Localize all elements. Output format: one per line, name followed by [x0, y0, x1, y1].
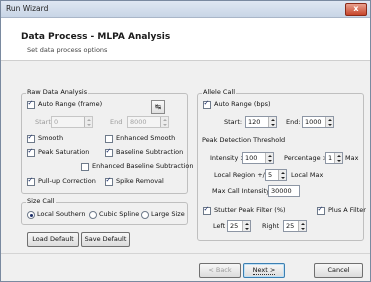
baseline-subtraction-checkbox[interactable]	[105, 147, 113, 157]
allele-end-stepper[interactable]: 1000	[302, 116, 334, 128]
load-default-button[interactable]: Load Default	[27, 232, 79, 247]
stutter-peak-filter-label: Stutter Peak Filter (%)	[214, 206, 286, 214]
auto-range-bps-label: Auto Range (bps)	[214, 100, 271, 108]
stepper-arrows-icon[interactable]	[242, 221, 250, 231]
stutter-right-label: Right	[262, 222, 280, 230]
back-button[interactable]: < Back	[199, 263, 241, 278]
plus-a-filter-label: Plus A Filter	[328, 206, 366, 214]
stepper-arrows-icon[interactable]	[278, 170, 286, 180]
stepper-arrows-icon[interactable]	[325, 117, 333, 127]
chart-range-icon: ↹	[155, 103, 161, 111]
auto-range-frame-label: Auto Range (frame)	[38, 100, 103, 108]
local-southern-radio[interactable]	[27, 211, 35, 219]
smooth-label: Smooth	[38, 134, 64, 142]
stepper-arrows-icon[interactable]	[160, 117, 168, 127]
peak-saturation-checkbox[interactable]	[27, 147, 35, 157]
pullup-correction-checkbox[interactable]	[27, 176, 35, 186]
stepper-arrows-icon[interactable]	[268, 117, 276, 127]
max-label: Max	[345, 154, 359, 162]
next-button[interactable]: Next >	[243, 263, 285, 278]
raw-end-value: 8000	[130, 118, 147, 126]
stutter-left-stepper[interactable]: 25	[227, 220, 251, 232]
window-title: Run Wizard	[6, 4, 49, 13]
spike-removal-label: Spike Removal	[116, 177, 164, 185]
enhanced-baseline-checkbox[interactable]	[81, 163, 89, 171]
max-call-intensity-value: 30000	[271, 187, 292, 195]
intensity-stepper[interactable]: 100	[242, 152, 274, 164]
stepper-arrows-icon[interactable]	[298, 221, 306, 231]
pullup-correction-label: Pull-up Correction	[38, 177, 96, 185]
stutter-left-label: Left	[213, 222, 226, 230]
stutter-right-stepper[interactable]: 25	[283, 220, 307, 232]
raw-start-value: 0	[54, 118, 59, 126]
local-southern-label: Local Southern	[37, 210, 86, 218]
auto-range-frame-checkbox[interactable]	[27, 99, 35, 109]
next-button-label: Next >	[252, 266, 276, 275]
local-region-value: 5	[268, 171, 273, 179]
page-subtitle: Set data process options	[27, 46, 108, 54]
allele-start-stepper[interactable]: 120	[245, 116, 277, 128]
local-region-stepper[interactable]: 5	[265, 169, 287, 181]
large-size-radio[interactable]	[141, 211, 149, 219]
footer-divider	[1, 253, 370, 254]
local-region-label: Local Region +/-	[214, 171, 268, 179]
max-call-intensity-field[interactable]: 30000	[268, 185, 300, 197]
local-max-label: Local Max	[291, 171, 324, 179]
enhanced-baseline-label: Enhanced Baseline Subtraction	[92, 162, 194, 170]
peak-detection-threshold-label: Peak Detection Threshold	[202, 136, 286, 144]
stutter-peak-filter-checkbox[interactable]	[203, 205, 211, 215]
percentage-label: Percentage >	[284, 154, 329, 162]
percentage-stepper[interactable]: 1	[325, 152, 343, 164]
stepper-arrows-icon[interactable]	[334, 153, 342, 163]
raw-data-analysis-label: Raw Data Analysis	[26, 88, 89, 96]
allele-call-group	[197, 93, 364, 241]
percentage-value: 1	[328, 154, 333, 162]
allele-start-label: Start:	[224, 118, 243, 126]
size-call-label: Size Call	[26, 197, 56, 205]
cubic-spline-label: Cubic Spline	[99, 210, 140, 218]
stepper-arrows-icon[interactable]	[84, 117, 92, 127]
plus-a-filter-checkbox[interactable]	[317, 205, 325, 215]
intensity-value: 100	[245, 154, 258, 162]
title-bar: Run Wizard x	[1, 1, 370, 18]
raw-start-stepper[interactable]: 0	[51, 116, 93, 128]
stutter-right-value: 25	[286, 222, 295, 230]
auto-range-frame-icon-button[interactable]: ↹	[151, 100, 165, 114]
allele-call-label: Allele Call	[202, 88, 237, 96]
allele-end-label: End:	[286, 118, 301, 126]
smooth-checkbox[interactable]	[27, 133, 35, 143]
intensity-label: Intensity >	[210, 154, 246, 162]
allele-end-value: 1000	[305, 118, 322, 126]
run-wizard-window: Run Wizard x Data Process - MLPA Analysi…	[0, 0, 371, 282]
page-title: Data Process - MLPA Analysis	[21, 32, 171, 42]
raw-end-stepper[interactable]: 8000	[127, 116, 169, 128]
peak-saturation-label: Peak Saturation	[38, 148, 90, 156]
cubic-spline-radio[interactable]	[89, 211, 97, 219]
wizard-header: Data Process - MLPA Analysis Set data pr…	[1, 18, 370, 61]
enhanced-smooth-checkbox[interactable]	[105, 135, 113, 143]
spike-removal-checkbox[interactable]	[105, 176, 113, 186]
stutter-left-value: 25	[230, 222, 239, 230]
cancel-button[interactable]: Cancel	[314, 263, 363, 278]
allele-start-value: 120	[248, 118, 261, 126]
max-call-intensity-label: Max Call Intensity:	[212, 187, 272, 195]
auto-range-bps-checkbox[interactable]	[203, 99, 211, 109]
baseline-subtraction-label: Baseline Subtraction	[116, 148, 184, 156]
save-default-button[interactable]: Save Default	[81, 232, 130, 247]
raw-end-label: End	[110, 118, 123, 126]
raw-start-label: Start	[35, 118, 51, 126]
large-size-label: Large Size	[151, 210, 185, 218]
enhanced-smooth-label: Enhanced Smooth	[116, 134, 176, 142]
stepper-arrows-icon[interactable]	[265, 153, 273, 163]
close-button[interactable]: x	[345, 3, 367, 16]
